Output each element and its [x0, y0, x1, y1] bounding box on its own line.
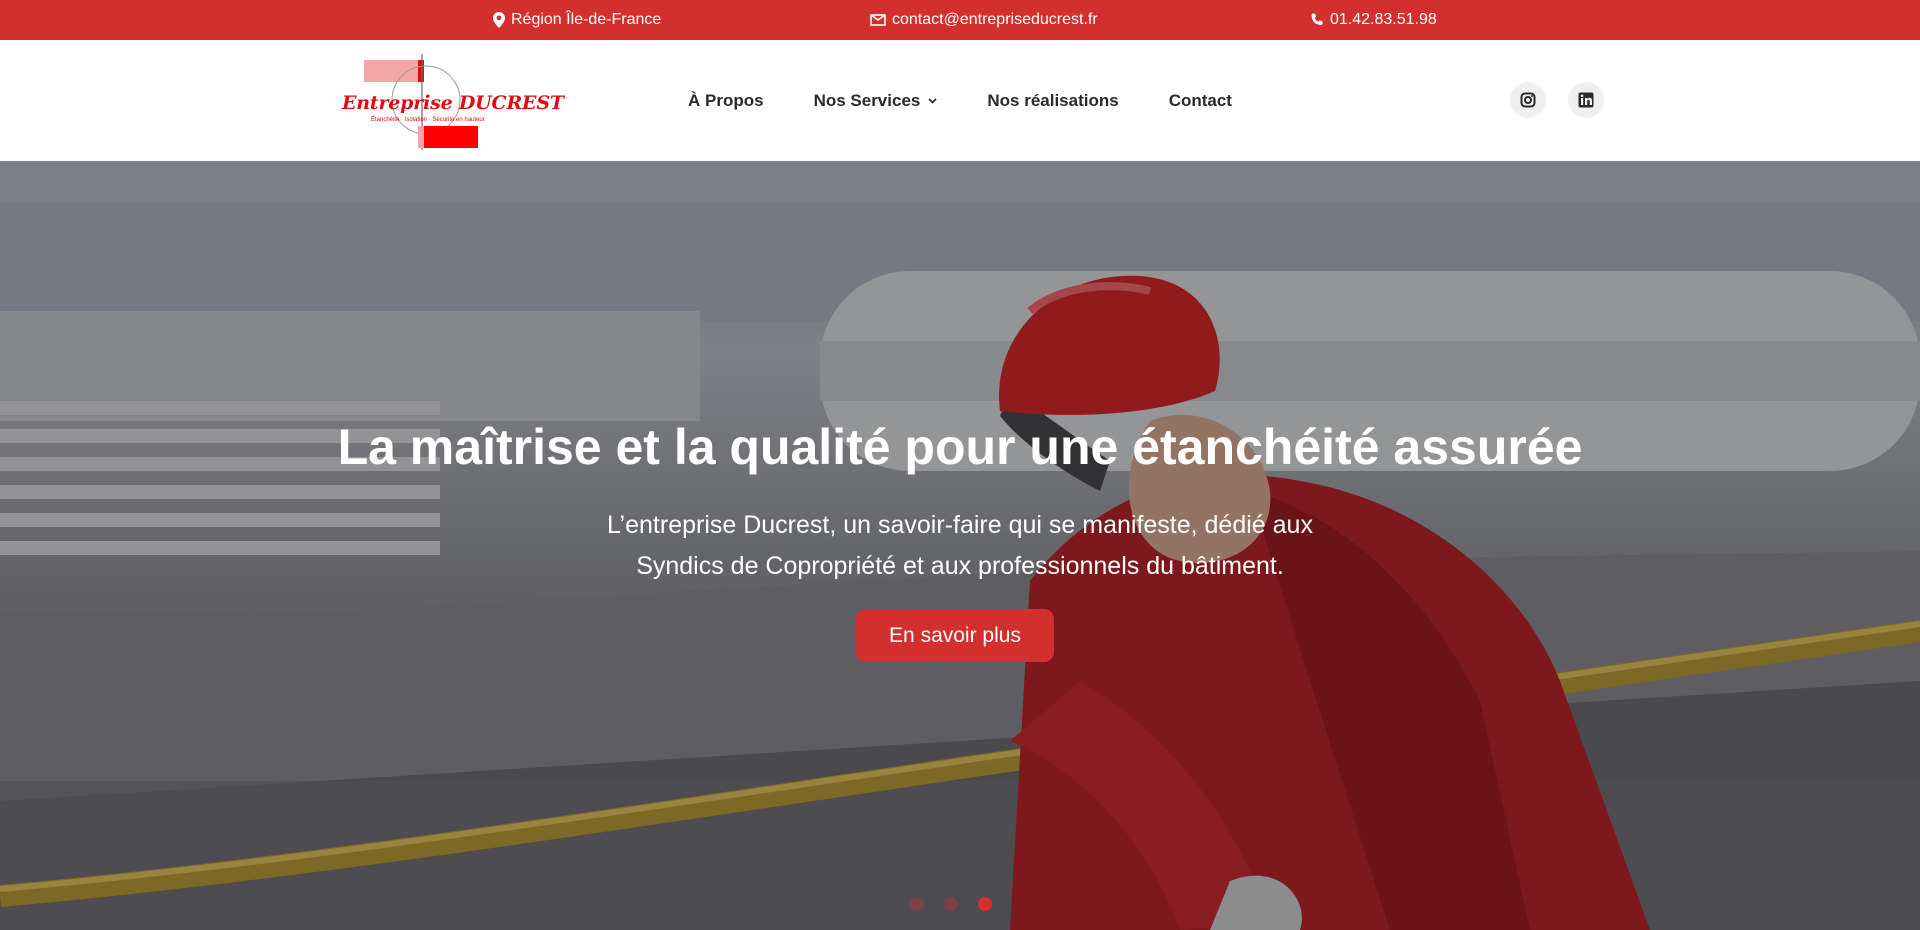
site-header: Entreprise DUCREST Étanchéité · Isolatio… — [0, 40, 1920, 161]
main-navigation: À Propos Nos Services Nos réalisations C… — [688, 40, 1232, 161]
en-savoir-plus-button[interactable]: En savoir plus — [856, 609, 1054, 662]
nav-item-label: Nos réalisations — [987, 90, 1119, 110]
location-info: Région Île-de-France — [493, 0, 661, 40]
nav-item-label: Nos Services — [813, 90, 921, 110]
hero-subtitle: L’entreprise Ducrest, un savoir-faire qu… — [0, 505, 1920, 587]
slider-pagination — [910, 897, 992, 911]
nav-item-label: Contact — [1168, 90, 1232, 110]
logo-tagline: Étanchéité · Isolation · Sécurité en hau… — [371, 117, 485, 123]
logo-wordmark: Entreprise DUCREST — [342, 92, 564, 114]
location-text: Région Île-de-France — [511, 11, 662, 28]
chevron-down-icon — [928, 97, 937, 104]
phone-link[interactable]: 01.42.83.51.98 — [1330, 11, 1437, 29]
phone-icon — [1311, 13, 1323, 25]
phone-info[interactable]: 01.42.83.51.98 — [1310, 0, 1437, 40]
map-pin-icon — [493, 12, 505, 28]
linkedin-icon — [1578, 92, 1594, 108]
company-logo[interactable]: Entreprise DUCREST Étanchéité · Isolatio… — [338, 48, 564, 154]
hero-title: La maîtrise et la qualité pour une étanc… — [337, 419, 1583, 475]
nav-item-nos-realisations[interactable]: Nos réalisations — [987, 91, 1118, 111]
slide-dot-2[interactable] — [944, 897, 958, 911]
hero-slider: La maîtrise et la qualité pour une étanc… — [0, 161, 1920, 930]
instagram-button[interactable] — [1510, 82, 1546, 118]
nav-item-a-propos[interactable]: À Propos — [688, 91, 764, 111]
slide-dot-3[interactable] — [978, 897, 992, 911]
instagram-icon — [1520, 92, 1536, 108]
envelope-icon — [870, 14, 886, 26]
contact-bar: Région Île-de-France contact@entreprised… — [0, 0, 1920, 40]
hero-subtitle-line-2: Syndics de Copropriété et aux profession… — [636, 552, 1284, 580]
email-link[interactable]: contact@entrepriseducrest.fr — [892, 11, 1098, 29]
nav-item-label: À Propos — [688, 90, 764, 110]
nav-item-contact[interactable]: Contact — [1169, 91, 1232, 111]
hero-subtitle-line-1: L’entreprise Ducrest, un savoir-faire qu… — [607, 511, 1313, 539]
slide-dot-1[interactable] — [910, 897, 924, 911]
nav-item-nos-services[interactable]: Nos Services — [814, 91, 938, 111]
linkedin-button[interactable] — [1568, 82, 1604, 118]
email-info[interactable]: contact@entrepriseducrest.fr — [870, 0, 1098, 40]
